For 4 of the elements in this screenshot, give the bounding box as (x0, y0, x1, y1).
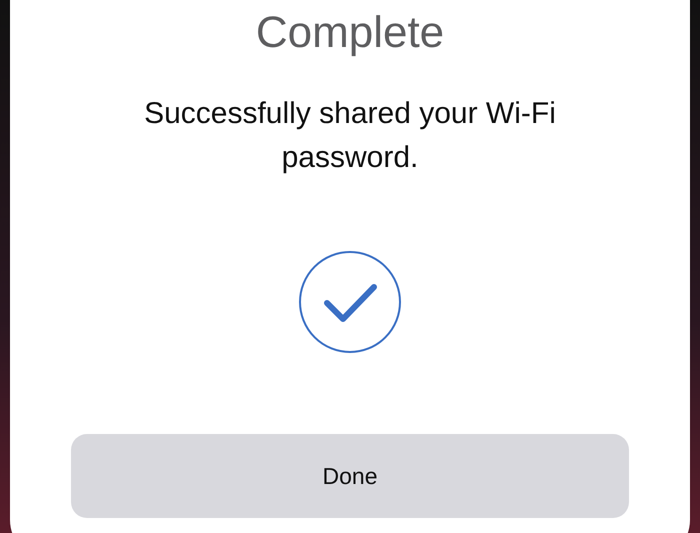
dialog-title: Complete (256, 8, 444, 58)
done-button[interactable]: Done (71, 434, 629, 518)
dialog-message: Successfully shared your Wi-Fi password. (143, 96, 557, 176)
checkmark-icon (298, 250, 402, 354)
